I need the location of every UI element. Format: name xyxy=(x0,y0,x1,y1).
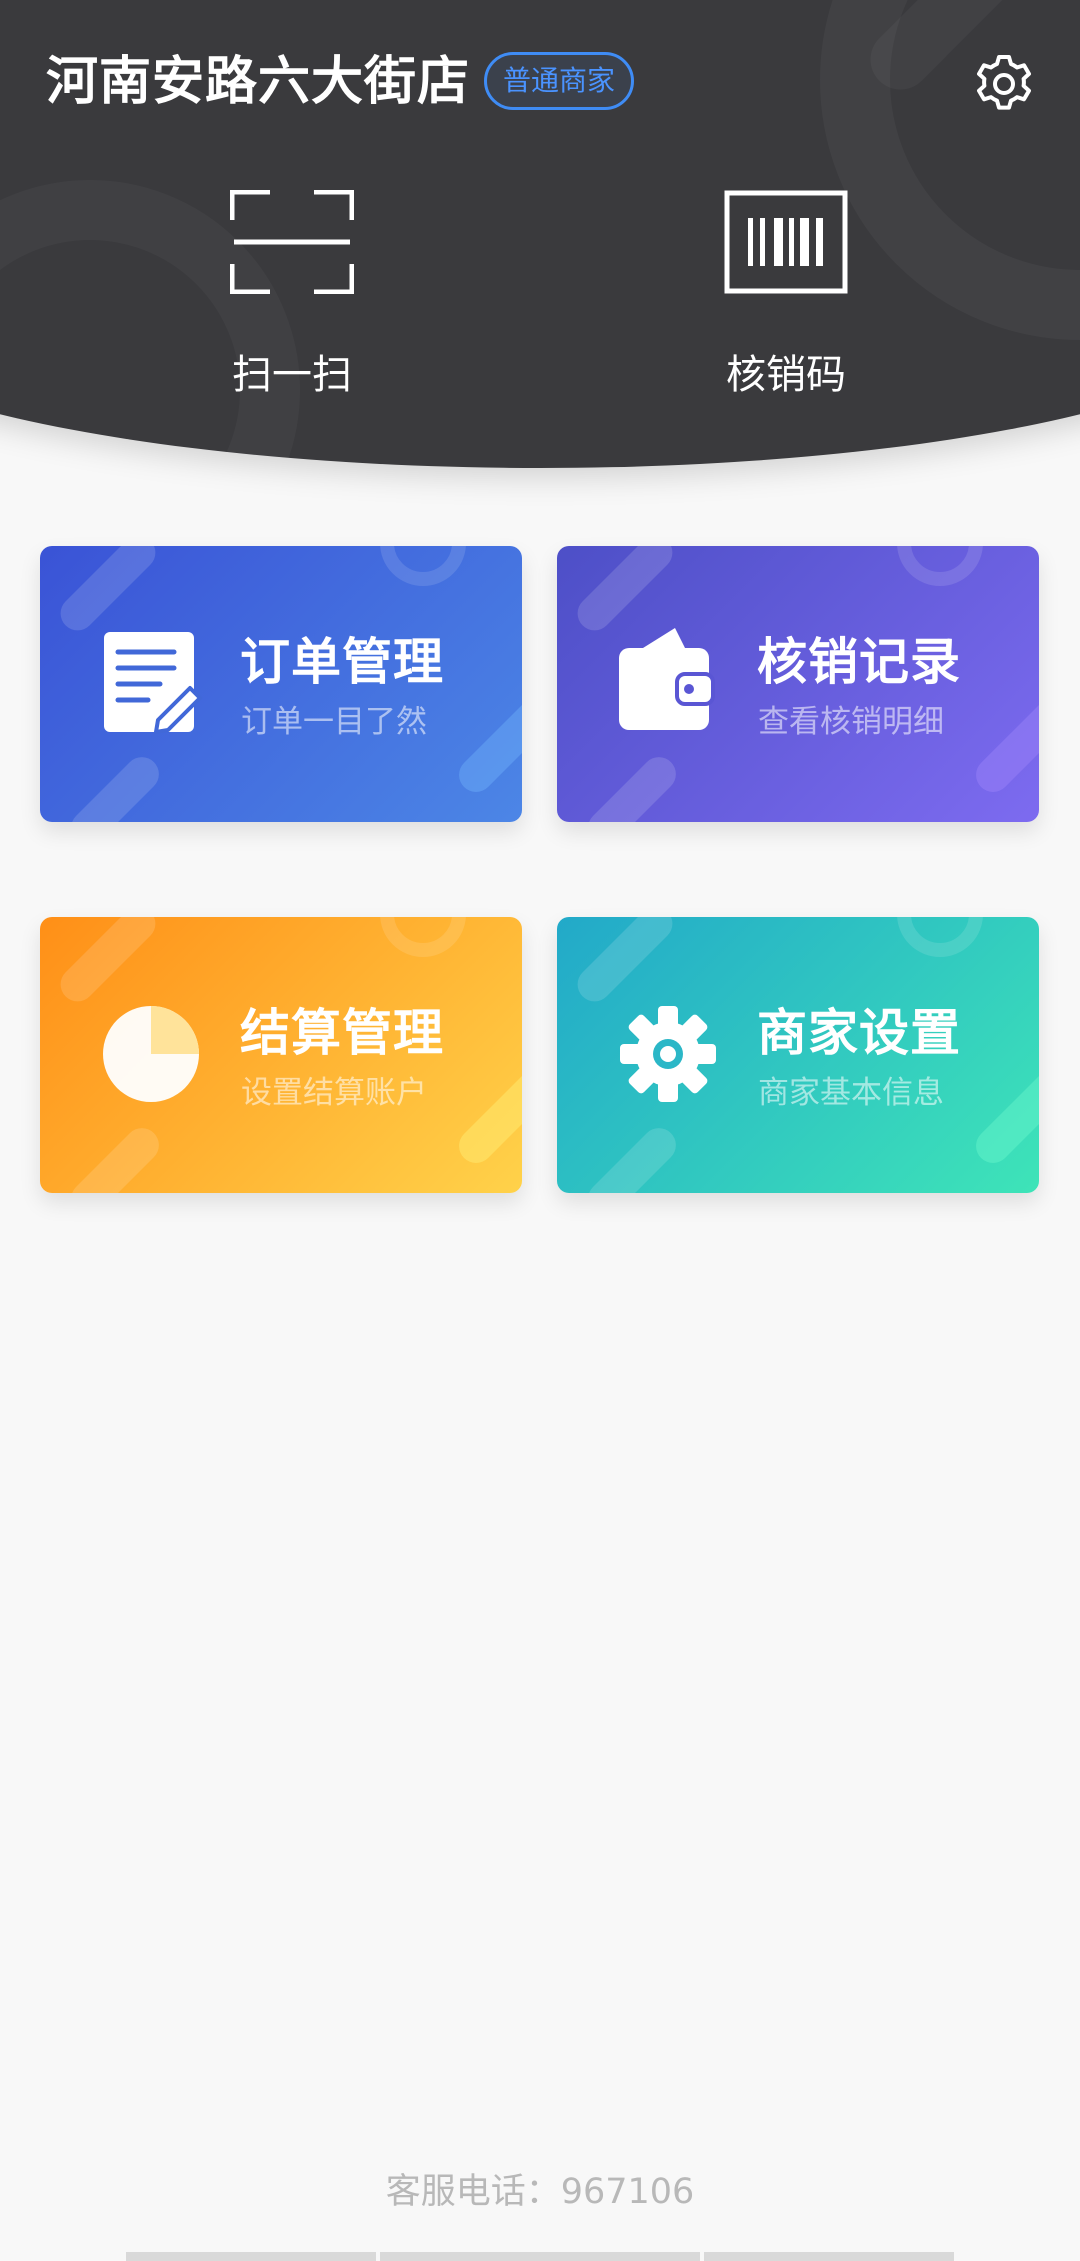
card-decoration xyxy=(452,1054,522,1170)
gear-icon xyxy=(977,55,1031,110)
card-title: 核销记录 xyxy=(757,633,961,691)
card-subtitle: 订单一目了然 xyxy=(241,704,427,740)
settlement-card[interactable]: 结算管理 设置结算账户 xyxy=(40,917,522,1193)
card-decoration xyxy=(897,546,983,586)
gear-icon xyxy=(620,1006,716,1102)
card-decoration xyxy=(53,546,163,638)
customer-service-phone[interactable]: 客服电话：967106 xyxy=(0,2168,1080,2216)
verify-code-action[interactable]: 核销码 xyxy=(676,190,896,400)
card-decoration xyxy=(581,1121,683,1193)
card-subtitle: 设置结算账户 xyxy=(241,1075,427,1111)
merchant-settings-card[interactable]: 商家设置 商家基本信息 xyxy=(557,917,1039,1193)
document-edit-icon xyxy=(104,632,202,734)
store-name: 河南安路六大街店 xyxy=(46,52,471,112)
card-decoration xyxy=(380,546,466,586)
card-decoration xyxy=(64,1121,166,1193)
card-subtitle: 商家基本信息 xyxy=(758,1075,944,1111)
card-title: 结算管理 xyxy=(240,1004,444,1062)
card-decoration xyxy=(581,750,683,822)
scan-icon xyxy=(230,190,354,294)
card-decoration xyxy=(452,683,522,799)
merchant-home-screen: 河南安路六大街店 普通商家 扫一扫 核销码 订单管理 订单一目了然 核销记录 查… xyxy=(0,0,1080,2261)
card-title: 订单管理 xyxy=(240,633,444,691)
scan-label: 扫一扫 xyxy=(232,352,352,398)
wallet-icon xyxy=(619,628,715,730)
pie-chart-icon xyxy=(103,1006,199,1102)
card-decoration xyxy=(64,750,166,822)
card-decoration xyxy=(969,1054,1039,1170)
scan-action[interactable]: 扫一扫 xyxy=(182,190,402,400)
card-title: 商家设置 xyxy=(757,1004,961,1062)
card-decoration xyxy=(897,917,983,957)
card-decoration xyxy=(969,683,1039,799)
merchant-type-badge: 普通商家 xyxy=(484,52,635,110)
card-decoration xyxy=(570,546,680,638)
bottom-navigation-segment xyxy=(380,2252,700,2261)
card-decoration xyxy=(380,917,466,957)
verification-records-card[interactable]: 核销记录 查看核销明细 xyxy=(557,546,1039,822)
card-subtitle: 查看核销明细 xyxy=(758,704,944,740)
settings-button[interactable] xyxy=(972,52,1036,116)
bottom-navigation-segment xyxy=(126,2252,376,2261)
card-decoration xyxy=(570,917,680,1009)
verify-code-label: 核销码 xyxy=(726,352,846,398)
card-decoration xyxy=(53,917,163,1009)
orders-card[interactable]: 订单管理 订单一目了然 xyxy=(40,546,522,822)
bottom-navigation-segment xyxy=(704,2252,954,2261)
barcode-icon xyxy=(724,190,848,294)
